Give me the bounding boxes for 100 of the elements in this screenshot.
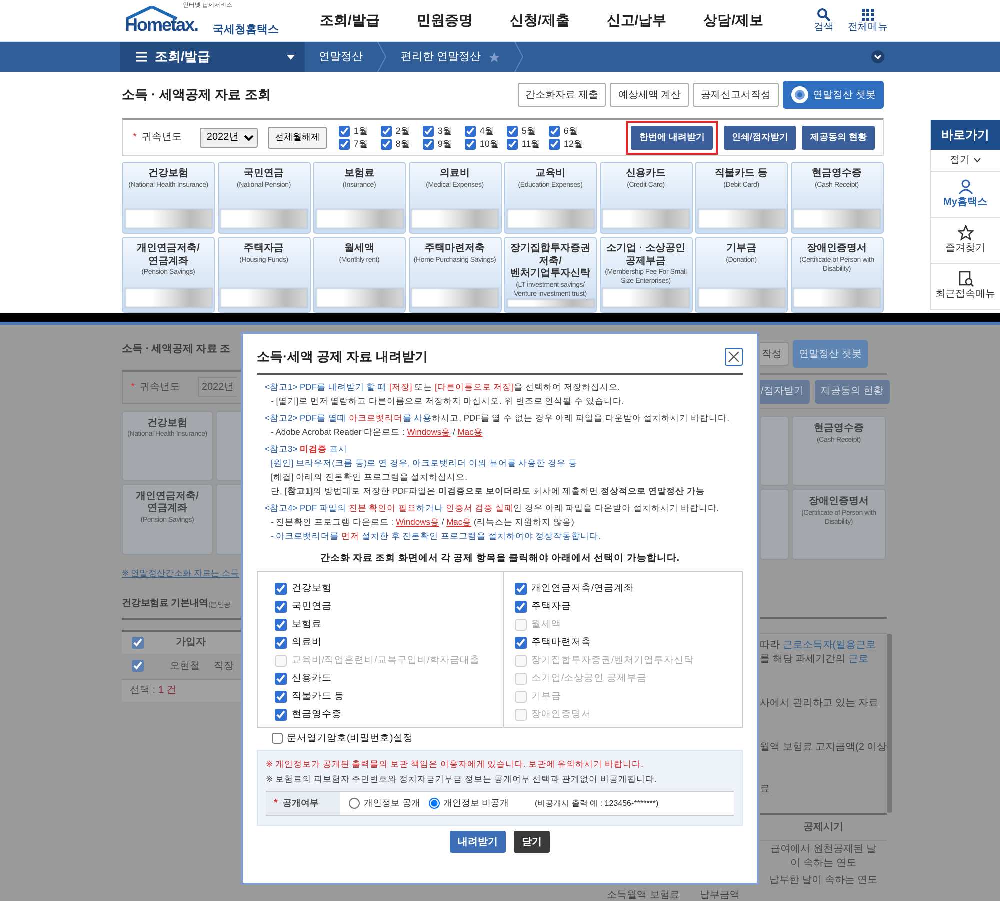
chevron-down-icon[interactable] (974, 158, 981, 163)
month-checkbox[interactable] (422, 126, 434, 136)
radio-label[interactable]: 개인정보 비공개 (444, 796, 510, 810)
search-icon[interactable] (817, 8, 831, 22)
row-checkbox[interactable] (132, 660, 144, 672)
note-text: [해결] 아래의 진본확인 프로그램을 설치하십시오. (270, 470, 469, 484)
house-roof-icon (125, 6, 179, 20)
month-checkbox[interactable] (506, 138, 518, 150)
month-checkbox[interactable] (548, 138, 560, 150)
breadcrumb-link[interactable]: 편리한 연말정산 (401, 48, 482, 66)
dialog-button[interactable]: 닫기 (514, 831, 550, 853)
checkbox[interactable] (272, 733, 283, 744)
download-link[interactable]: Windows용 (396, 516, 440, 526)
table-cell-text: 오현철 (170, 660, 200, 674)
checkbox[interactable] (514, 600, 526, 613)
checkbox[interactable] (275, 690, 287, 703)
checkbox-label[interactable]: 직불카드 등 (292, 690, 345, 704)
checkbox-label[interactable]: 국민연금 (292, 600, 332, 614)
checkbox-label[interactable]: 현금영수증 (292, 708, 342, 722)
card-title: 직불카드 등 (715, 168, 768, 180)
menu-item[interactable]: 민원증명 (416, 10, 473, 31)
checkbox[interactable] (275, 708, 287, 721)
month-checkbox[interactable] (338, 126, 350, 136)
toolbar-button[interactable]: 예상세액 계산 (610, 83, 690, 107)
selection-count: 선택 : 1 건 (130, 684, 177, 698)
checkbox-label[interactable]: 4월 (480, 124, 494, 138)
checkbox-label[interactable]: 7월 (354, 138, 368, 150)
checkbox-label[interactable]: 개인연금저축/연금계좌 (532, 582, 634, 596)
download-link[interactable]: Windows용 (407, 426, 451, 436)
year-select[interactable]: 2022년 (200, 128, 258, 148)
radio-label[interactable]: 개인정보 공개 (364, 796, 421, 810)
month-checkbox[interactable] (380, 138, 392, 150)
warning-text: ※ 개인정보가 공개된 출력물의 보관 책임은 이용자에게 있습니다. 보관에 유의하시기 바랍니다. (266, 758, 644, 771)
checkbox[interactable] (275, 618, 287, 631)
checkbox[interactable] (275, 672, 287, 685)
checkbox[interactable] (275, 636, 287, 649)
chatbot-button[interactable]: 연말정산 챗봇 (783, 81, 884, 109)
menu-link[interactable]: 전체메뉴 (848, 22, 888, 34)
toolbar-button[interactable]: 작성 (760, 342, 789, 366)
menu-item[interactable]: 신청/제출 (510, 10, 570, 31)
toolbar-button[interactable]: 간소화자료 제출 (518, 83, 606, 107)
note-text: - 진본확인 프로그램 다운로드 : Windows용 / Mac용 (리눅스는 지원하지 않음) (270, 516, 576, 528)
month-checkbox[interactable] (464, 126, 476, 136)
download-link[interactable]: Mac용 (458, 426, 483, 436)
quick-menu-item[interactable]: 최근접속메뉴 (936, 287, 996, 302)
checkbox-label[interactable]: 12월 (564, 138, 583, 150)
checkbox-label[interactable]: 11월 (522, 138, 540, 150)
action-button[interactable]: 인쇄/점자받기 (724, 126, 796, 150)
select-all-checkbox[interactable] (132, 636, 144, 648)
person-icon[interactable] (958, 179, 974, 195)
checkbox-label[interactable]: 1월 (354, 124, 368, 138)
menu-item[interactable]: 신고/납부 (606, 10, 667, 31)
star-icon[interactable] (958, 225, 974, 241)
scrollbar[interactable] (887, 634, 892, 813)
breadcrumb-link[interactable]: 연말정산 (319, 48, 363, 66)
checkbox-label[interactable]: 9월 (438, 138, 452, 150)
quick-menu-title: 바로가기 (931, 120, 1000, 150)
checkbox-label[interactable]: 주택자금 (532, 600, 572, 614)
checkbox-label[interactable]: 보험료 (292, 618, 322, 632)
caret-icon[interactable] (287, 54, 295, 60)
grid-menu-icon[interactable] (861, 8, 875, 22)
month-checkbox[interactable] (338, 138, 350, 150)
radio-button[interactable] (428, 798, 440, 809)
radio-button[interactable] (349, 798, 360, 809)
checkbox-label[interactable]: 6월 (564, 124, 578, 138)
month-checkbox[interactable] (548, 126, 560, 136)
checkbox-label[interactable]: 10월 (480, 138, 499, 150)
star-icon[interactable] (489, 52, 500, 62)
menu-item[interactable]: 상담/제보 (704, 10, 764, 31)
document-search-icon[interactable] (958, 271, 974, 287)
quick-menu-item[interactable]: 즐겨찾기 (946, 241, 986, 256)
checkbox-label[interactable]: 문서열기암호(비밀번호)설정 (287, 732, 414, 746)
action-button[interactable]: 한번에 내려받기 (631, 126, 713, 150)
checkbox-label[interactable]: 5월 (522, 124, 536, 138)
checkbox-label[interactable]: 2월 (396, 124, 410, 138)
month-checkbox[interactable] (506, 126, 518, 136)
checkbox-label[interactable]: 신용카드 (292, 672, 332, 686)
checkbox[interactable] (275, 600, 287, 613)
menu-link[interactable]: 검색 (814, 22, 834, 34)
checkbox-label[interactable]: 건강보험 (292, 582, 332, 596)
toolbar-button[interactable]: 공제신고서작성 (693, 83, 780, 107)
collapse-link[interactable]: 접기 (950, 150, 970, 172)
download-link[interactable]: Mac용 (446, 516, 472, 526)
quick-menu-item[interactable]: My홈택스 (944, 195, 988, 210)
dialog-button[interactable]: 내려받기 (450, 831, 506, 853)
checkbox-label[interactable]: 의료비 (292, 636, 322, 650)
expand-icon[interactable] (871, 50, 885, 64)
month-checkbox[interactable] (380, 126, 392, 136)
checkbox[interactable] (514, 636, 526, 649)
checkbox[interactable] (275, 582, 287, 595)
month-checkbox[interactable] (422, 138, 434, 150)
clear-months-button[interactable]: 전체월해제 (268, 126, 327, 148)
month-checkbox[interactable] (464, 138, 476, 150)
close-button[interactable] (725, 348, 743, 366)
menu-item[interactable]: 조회/발급 (320, 10, 380, 31)
checkbox[interactable] (514, 582, 526, 595)
action-button[interactable]: 제공동의 현황 (802, 126, 875, 150)
checkbox-label[interactable]: 8월 (396, 138, 410, 150)
checkbox-label[interactable]: 주택마련저축 (532, 636, 592, 650)
checkbox-label[interactable]: 3월 (438, 124, 452, 138)
